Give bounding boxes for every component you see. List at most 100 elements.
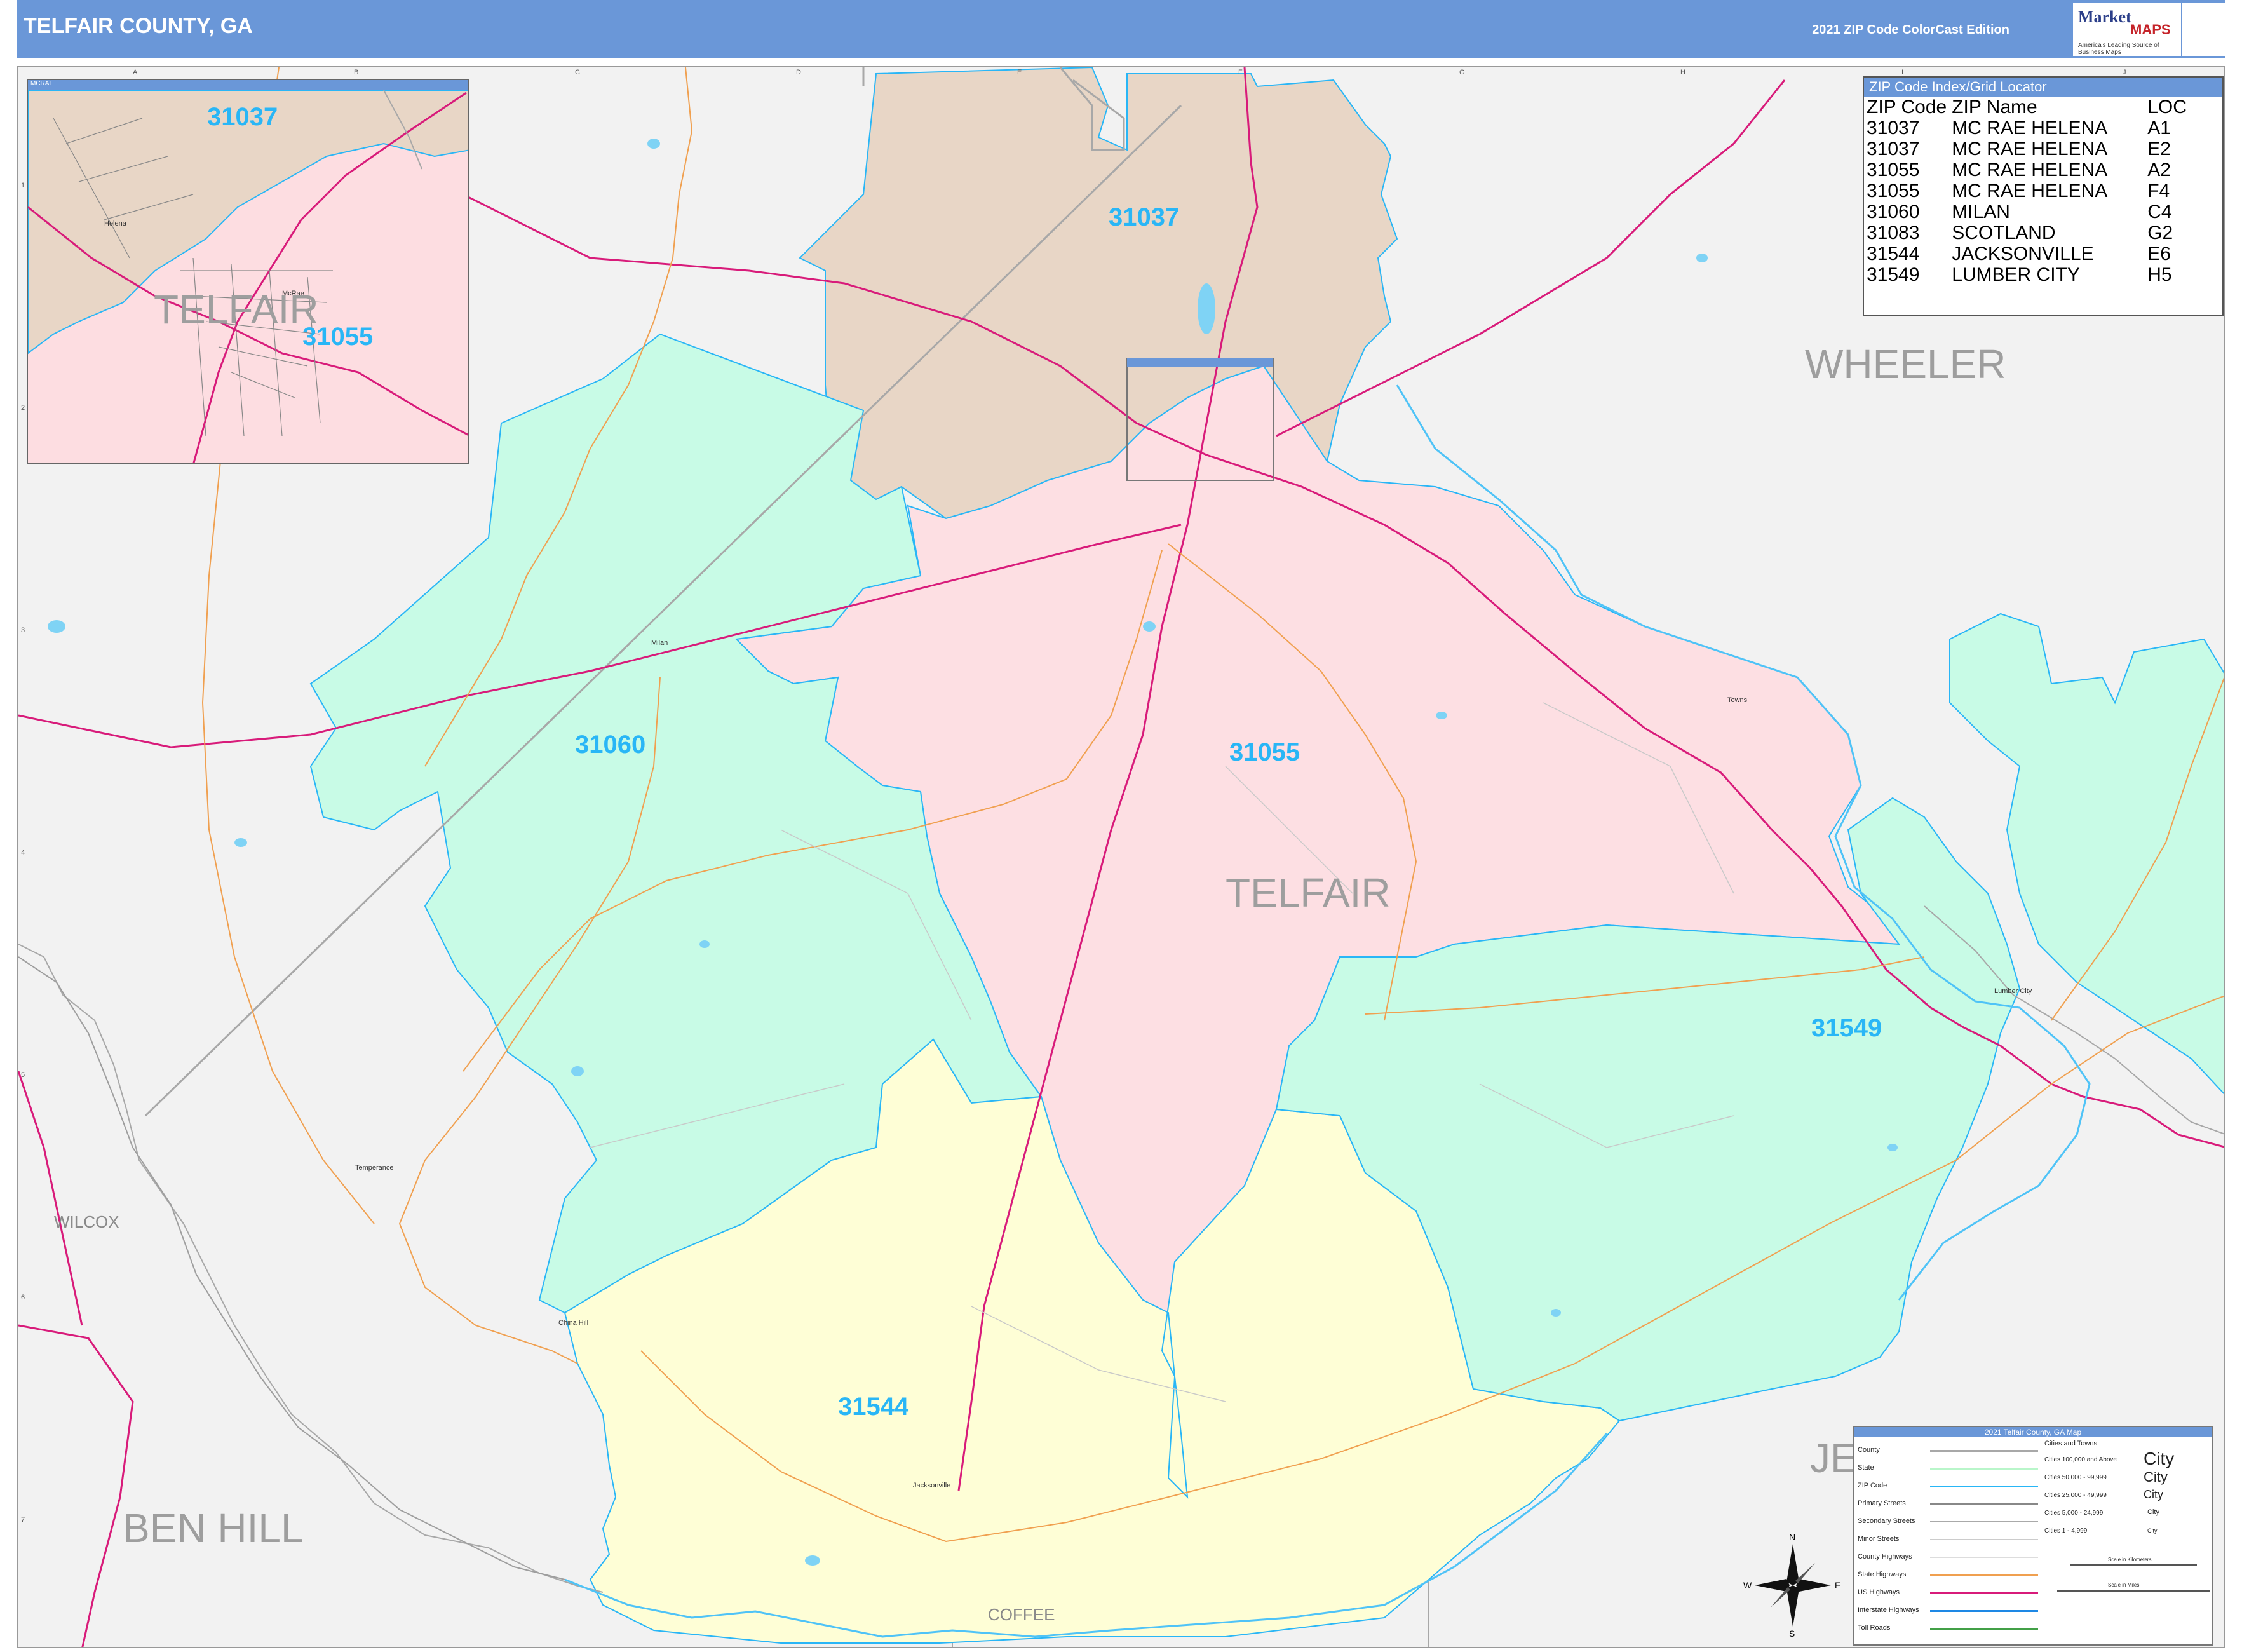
cell-zip: 31055 [1867,180,1920,201]
legend-minor-streets: Minor Streets [1858,1535,1900,1543]
table-row[interactable]: 31544 JACKSONVILLE E6 [1867,243,2192,264]
town-towns[interactable]: Towns [1727,696,1747,704]
town-china-hill[interactable]: China Hill [558,1319,588,1327]
zip-label-31060[interactable]: 31060 [575,731,645,759]
grid-letter-b: B [354,69,359,76]
logo-slogan: America's Leading Source of Business Map… [2078,42,2159,56]
town-milan[interactable]: Milan [651,639,668,647]
grid-row-1: 1 [21,182,25,189]
table-row[interactable]: 31055 MC RAE HELENA A2 [1867,159,2192,180]
compass-rose: N E S W [1743,1532,1840,1639]
legend-county: County [1858,1446,1880,1454]
grid-letter-d: D [796,69,801,76]
cell-loc: G2 [2147,222,2173,243]
town-temperance[interactable]: Temperance [355,1164,394,1172]
legend-city-tier-4-sample: City [2147,1508,2159,1516]
inset-canvas[interactable] [28,80,469,464]
inset-locator-header [1127,358,1273,367]
legend-county-hwy-swatch [1930,1557,2038,1558]
table-row[interactable]: 31037 MC RAE HELENA A1 [1867,118,2192,139]
zip-label-31549[interactable]: 31549 [1811,1014,1882,1043]
legend-zip: ZIP Code [1858,1482,1887,1489]
legend-interstate-swatch [1930,1610,2038,1612]
legend-city-tier-2: Cities 50,000 - 99,999 [2044,1474,2107,1481]
legend-scale-km-bar [2070,1564,2197,1566]
legend-state: State [1858,1464,1874,1472]
grid-letter-h: H [1680,69,1685,76]
legend-city-tier-5: Cities 1 - 4,999 [2044,1527,2088,1534]
logo-contact [2182,3,2225,56]
grid-letter-f: F [1238,69,1243,76]
logo-brand-maps: MAPS [2130,22,2171,37]
table-row[interactable]: 31060 MILAN C4 [1867,201,2192,222]
county-label-telfair: TELFAIR [1226,870,1391,916]
legend-us-highways: US Highways [1858,1588,1900,1596]
legend-state-highways: State Highways [1858,1571,1907,1578]
table-row[interactable]: 31549 LUMBER CITY H5 [1867,264,2192,285]
legend-zip-swatch [1930,1486,2038,1487]
inset-map-mcrae[interactable]: MCRAE 31037 31055 TELFAIR Helena McRae [27,79,469,464]
us-highway-south-west [18,1324,134,1647]
grid-letter-g: G [1459,69,1465,76]
county-label-wheeler: WHEELER [1805,341,2006,387]
cell-loc: C4 [2147,201,2172,222]
legend-us-hwy-swatch [1930,1592,2038,1594]
inset-zip-label-31037[interactable]: 31037 [207,103,278,132]
cell-name: MC RAE HELENA [1952,159,2108,180]
col-loc: LOC [2147,97,2187,118]
header-bar: TELFAIR COUNTY, GA 2021 ZIP Code ColorCa… [17,0,2225,58]
compass-needle-e [1796,1579,1831,1592]
town-jacksonville[interactable]: Jacksonville [913,1482,950,1489]
legend-primary-streets: Primary Streets [1858,1500,1906,1507]
grid-letter-a: A [133,69,138,76]
cell-name: MILAN [1952,201,2010,222]
zip-label-31055[interactable]: 31055 [1229,738,1300,767]
grid-row-3: 3 [21,626,25,634]
legend-county-swatch [1930,1450,2038,1452]
legend-city-tier-3-sample: City [2144,1488,2163,1501]
cell-name: SCOTLAND [1952,222,2056,243]
cell-name: LUMBER CITY [1952,264,2080,285]
town-lumber-city[interactable]: Lumber City [1994,987,2032,995]
legend-toll-roads: Toll Roads [1858,1624,1891,1632]
logo-brand: Market [2078,8,2131,26]
legend-scale-mi: Scale in Miles [2108,1582,2140,1588]
cell-loc: A1 [2147,118,2171,139]
zip-index-grid: ZIP Code ZIP Name LOC 31037 MC RAE HELEN… [1867,97,2192,285]
compass-needle-s [1786,1585,1799,1627]
cell-zip: 31037 [1867,118,1920,139]
grid-row-7: 7 [21,1516,25,1524]
legend-scale-km: Scale in Kilometers [2108,1557,2152,1562]
zip-label-31037[interactable]: 31037 [1109,203,1179,232]
cell-loc: E2 [2147,139,2171,159]
inset-town-helena[interactable]: Helena [104,220,126,227]
table-row[interactable]: 31055 MC RAE HELENA F4 [1867,180,2192,201]
cell-loc: A2 [2147,159,2171,180]
table-row[interactable]: 31037 MC RAE HELENA E2 [1867,139,2192,159]
zip-index-title: ZIP Code Index/Grid Locator [1864,78,2222,97]
legend-minor-swatch [1930,1539,2038,1540]
table-row[interactable]: 31083 SCOTLAND G2 [1867,222,2192,243]
market-maps-logo[interactable]: Market MAPS America's Leading Source of … [2073,3,2181,56]
cell-zip: 31544 [1867,243,1920,264]
compass-needle-n [1786,1544,1799,1585]
cell-zip: 31083 [1867,222,1920,243]
inset-town-mcrae[interactable]: McRae [282,290,304,297]
cell-name: MC RAE HELENA [1952,180,2108,201]
legend-cities-heading: Cities and Towns [2044,1440,2097,1447]
legend-city-tier-1: Cities 100,000 and Above [2044,1456,2117,1463]
zip-label-31544[interactable]: 31544 [838,1393,908,1421]
compass-label-n: N [1789,1532,1795,1542]
legend-interstate-highways: Interstate Highways [1858,1606,1919,1614]
county-label-jeff-davis: JE [1810,1435,1858,1481]
legend-primary-swatch [1930,1503,2038,1505]
cell-name: MC RAE HELENA [1952,118,2108,139]
cell-zip: 31055 [1867,159,1920,180]
legend-secondary-streets: Secondary Streets [1858,1517,1915,1525]
cell-zip: 31037 [1867,139,1920,159]
legend-title: 2021 Telfair County, GA Map [1854,1427,2212,1437]
cell-zip: 31060 [1867,201,1920,222]
col-zip-name: ZIP Name [1952,97,2037,118]
legend-secondary-swatch [1930,1521,2038,1522]
compass-label-e: E [1835,1580,1840,1590]
